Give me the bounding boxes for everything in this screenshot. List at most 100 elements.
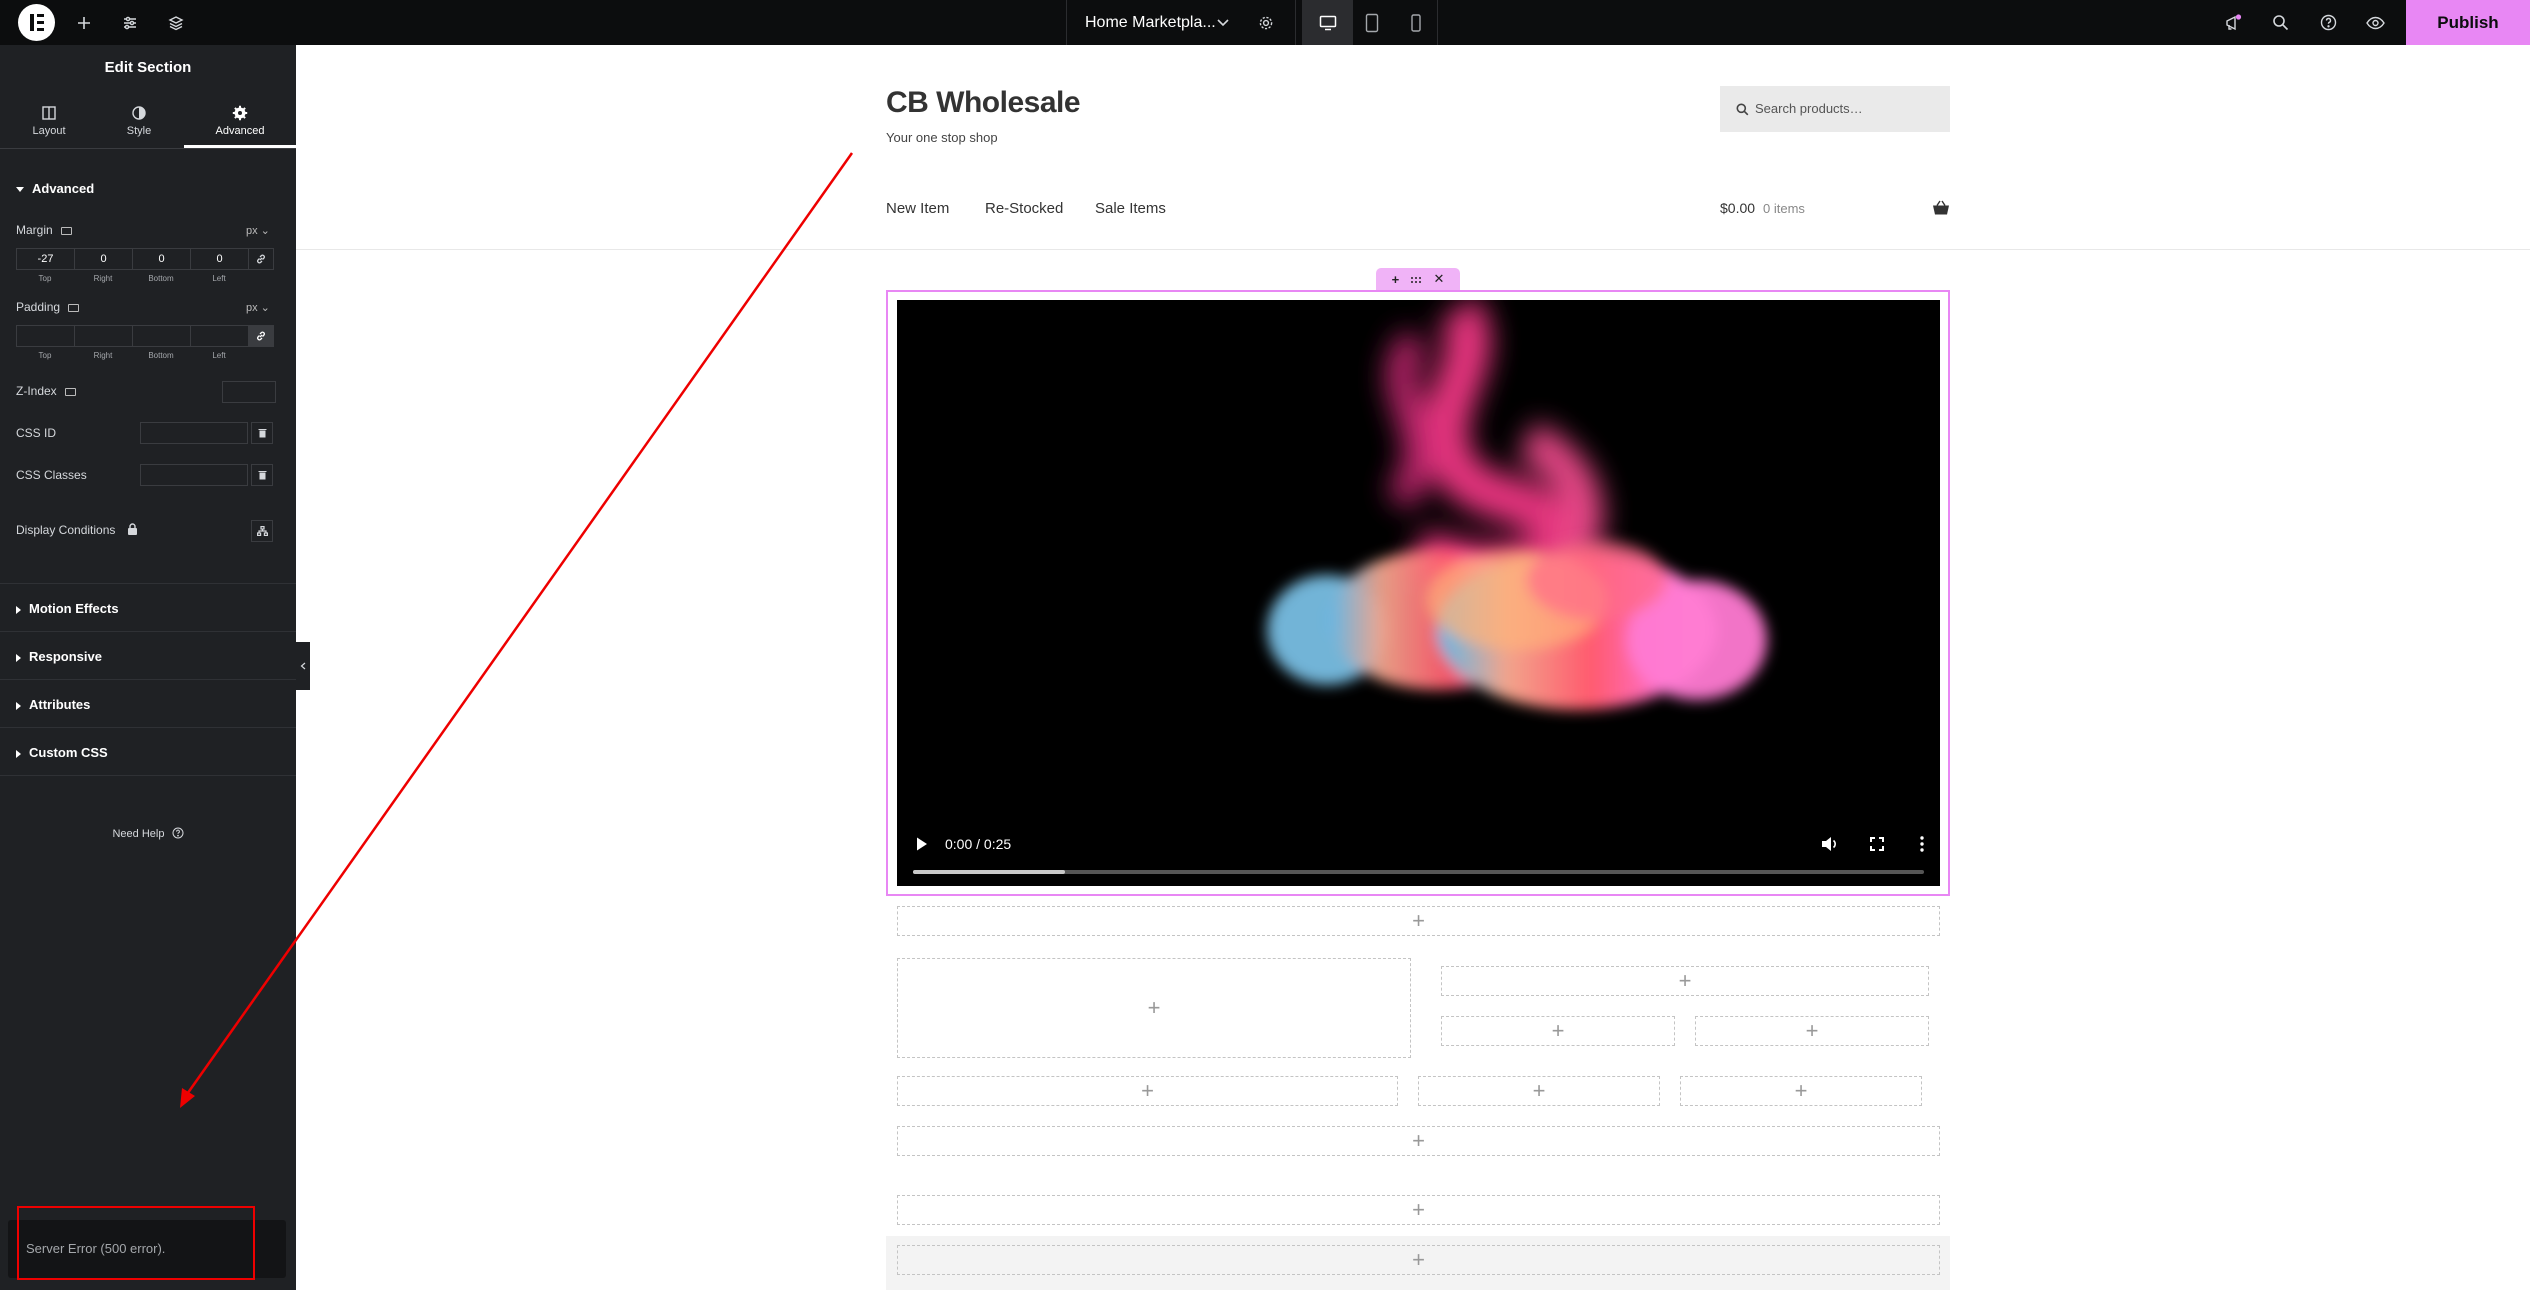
link-icon[interactable] xyxy=(248,325,274,347)
attributes-section-toggle[interactable]: Attributes xyxy=(16,697,90,712)
section-handle: + ✕ xyxy=(1376,268,1460,290)
nav-sale-items[interactable]: Sale Items xyxy=(1095,200,1166,217)
tab-style-label: Style xyxy=(126,125,152,137)
padding-top-input[interactable] xyxy=(16,325,74,347)
chevron-down-icon[interactable] xyxy=(1213,0,1233,45)
margin-bottom-input[interactable]: 0 xyxy=(132,248,190,270)
document-selector[interactable]: Home Marketpla... xyxy=(1066,0,1296,45)
desktop-icon[interactable] xyxy=(68,303,80,312)
add-icon[interactable]: + xyxy=(1795,1078,1808,1104)
layers-icon[interactable] xyxy=(164,0,188,45)
nav-new-item[interactable]: New Item xyxy=(886,200,949,217)
search-icon[interactable] xyxy=(2267,0,2293,45)
motion-effects-section-toggle[interactable]: Motion Effects xyxy=(16,601,119,616)
custom-css-section-toggle[interactable]: Custom CSS xyxy=(16,745,108,760)
link-icon[interactable] xyxy=(248,248,274,270)
z-index-input[interactable] xyxy=(222,381,276,403)
tablet-icon[interactable] xyxy=(1347,0,1397,45)
collapse-panel-button[interactable] xyxy=(296,642,310,690)
caret-right-icon xyxy=(16,653,21,662)
margin-right-input[interactable]: 0 xyxy=(74,248,132,270)
padding-bottom-input[interactable] xyxy=(132,325,190,347)
padding-left-input[interactable] xyxy=(190,325,248,347)
fullscreen-icon[interactable] xyxy=(1870,837,1884,851)
tab-advanced[interactable]: Advanced xyxy=(184,103,296,148)
empty-section-dropzone[interactable]: + xyxy=(897,1195,1940,1225)
empty-column-dropzone[interactable]: + xyxy=(1418,1076,1660,1106)
tab-style[interactable]: Style xyxy=(90,103,188,148)
editor-topbar: Home Marketpla... Publish xyxy=(0,0,2530,45)
more-options-icon[interactable] xyxy=(1920,836,1924,852)
css-id-label: CSS ID xyxy=(16,426,57,440)
margin-label-text: Margin xyxy=(16,223,53,237)
margin-left-input[interactable]: 0 xyxy=(190,248,248,270)
need-help-link[interactable]: Need Help xyxy=(0,827,296,840)
caret-down-icon xyxy=(16,187,24,193)
sitemap-icon[interactable] xyxy=(251,520,273,542)
trash-icon[interactable] xyxy=(251,464,273,486)
empty-column-dropzone[interactable]: + xyxy=(1695,1016,1929,1046)
document-title[interactable]: Home Marketpla... xyxy=(1085,0,1216,45)
add-icon[interactable] xyxy=(72,0,96,45)
cart-item-count[interactable]: 0 items xyxy=(1763,201,1805,216)
empty-section-dropzone[interactable]: + xyxy=(897,906,1940,936)
need-help-text: Need Help xyxy=(112,828,165,840)
add-icon[interactable]: + xyxy=(1412,908,1425,934)
responsive-section-toggle[interactable]: Responsive xyxy=(16,649,102,664)
side-label-top: Top xyxy=(38,351,52,360)
preview-eye-icon[interactable] xyxy=(2362,0,2388,45)
add-icon[interactable]: + xyxy=(1412,1197,1425,1223)
margin-unit-select[interactable]: px ⌄ xyxy=(246,224,270,237)
advanced-section-toggle[interactable]: Advanced xyxy=(16,181,94,196)
play-icon[interactable] xyxy=(915,836,929,852)
empty-column-dropzone[interactable]: + xyxy=(1441,966,1929,996)
product-search-input[interactable]: Search products… xyxy=(1720,86,1950,132)
css-id-input[interactable] xyxy=(140,422,248,444)
add-icon[interactable]: + xyxy=(1392,272,1400,287)
device-switcher xyxy=(1302,0,1438,45)
help-icon xyxy=(172,827,184,839)
cart-total[interactable]: $0.00 xyxy=(1720,200,1755,216)
empty-section-dropzone[interactable]: + xyxy=(897,1126,1940,1156)
empty-column-dropzone[interactable]: + xyxy=(1441,1016,1675,1046)
tab-layout[interactable]: Layout xyxy=(0,103,98,148)
desktop-icon[interactable] xyxy=(1303,0,1353,45)
desktop-icon[interactable] xyxy=(64,387,76,396)
add-icon[interactable]: + xyxy=(1141,1078,1154,1104)
video-player[interactable]: 0:00 / 0:25 xyxy=(897,300,1940,886)
site-title[interactable]: CB Wholesale xyxy=(886,86,1081,120)
settings-sliders-icon[interactable] xyxy=(118,0,142,45)
video-controls: 0:00 / 0:25 xyxy=(897,826,1940,886)
margin-top-input[interactable]: -27 xyxy=(16,248,74,270)
drag-handle-icon[interactable] xyxy=(1410,272,1422,287)
nav-re-stocked[interactable]: Re-Stocked xyxy=(985,200,1063,217)
publish-button[interactable]: Publish xyxy=(2406,0,2530,45)
gear-icon[interactable] xyxy=(1253,0,1279,45)
add-icon[interactable]: + xyxy=(1148,995,1161,1021)
help-icon[interactable] xyxy=(2315,0,2341,45)
volume-icon[interactable] xyxy=(1821,836,1839,852)
add-icon[interactable]: + xyxy=(1412,1128,1425,1154)
add-icon[interactable]: + xyxy=(1679,968,1692,994)
notifications-icon[interactable] xyxy=(2220,0,2246,45)
trash-icon[interactable] xyxy=(251,422,273,444)
mobile-icon[interactable] xyxy=(1391,0,1441,45)
add-icon[interactable]: + xyxy=(1806,1018,1819,1044)
empty-column-dropzone[interactable]: + xyxy=(1680,1076,1922,1106)
add-icon[interactable]: + xyxy=(1552,1018,1565,1044)
video-progress-bar[interactable] xyxy=(913,870,1924,874)
add-icon[interactable]: + xyxy=(1533,1078,1546,1104)
site-tagline: Your one stop shop xyxy=(886,130,998,145)
padding-unit-select[interactable]: px ⌄ xyxy=(246,301,270,314)
divider xyxy=(0,727,296,728)
add-icon[interactable]: + xyxy=(1412,1247,1425,1273)
padding-right-input[interactable] xyxy=(74,325,132,347)
empty-section-dropzone[interactable]: + xyxy=(897,1245,1940,1275)
desktop-icon[interactable] xyxy=(60,226,72,235)
css-classes-input[interactable] xyxy=(140,464,248,486)
shopping-basket-icon[interactable] xyxy=(1932,200,1950,216)
close-icon[interactable]: ✕ xyxy=(1433,271,1444,287)
elementor-logo-icon[interactable] xyxy=(18,4,55,41)
empty-column-dropzone[interactable]: + xyxy=(897,1076,1398,1106)
empty-column-dropzone[interactable]: + xyxy=(897,958,1411,1058)
